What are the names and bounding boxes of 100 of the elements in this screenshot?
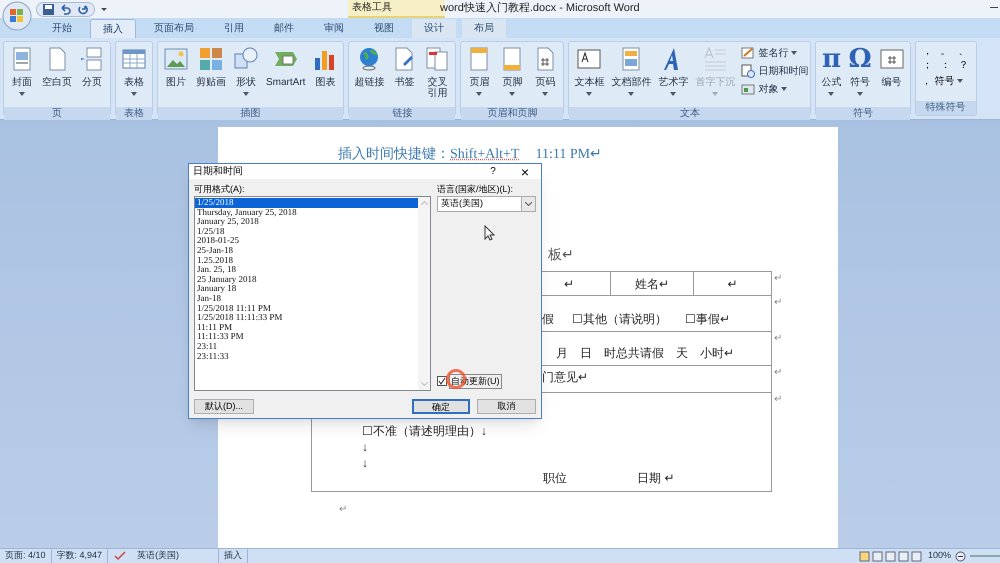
ribbon-tab[interactable]: 布局 bbox=[462, 19, 506, 38]
undo-icon[interactable] bbox=[60, 4, 71, 14]
word-count[interactable]: 字数: 4,947 bbox=[52, 549, 108, 563]
format-option[interactable]: 1/25/18 bbox=[195, 226, 418, 236]
proofing-icon[interactable] bbox=[114, 551, 126, 561]
ribbon-tab[interactable]: 开始 bbox=[40, 19, 84, 38]
page-count[interactable]: 页面: 4/10 bbox=[0, 549, 52, 563]
ribbon-button[interactable]: 书签 bbox=[388, 45, 420, 107]
ribbon-button[interactable]: SmartArt bbox=[263, 45, 308, 107]
format-option[interactable]: January 18 bbox=[195, 284, 418, 294]
ribbon-small-button[interactable]: 签名行 bbox=[741, 45, 808, 61]
dropdown-caret-icon bbox=[791, 51, 798, 55]
ribbon-tab[interactable]: 引用 bbox=[212, 19, 256, 38]
ribbon-button[interactable]: 编号 bbox=[876, 45, 908, 107]
table-text: 门意见↵ bbox=[542, 369, 588, 386]
ribbon-tab[interactable]: 设计 bbox=[412, 19, 456, 38]
symbol-button[interactable]: 、 bbox=[958, 45, 970, 59]
ribbon-button[interactable]: 超链接 bbox=[351, 45, 388, 107]
ribbon-tab[interactable]: 邮件 bbox=[262, 19, 306, 38]
ribbon-tab[interactable]: 视图 bbox=[362, 19, 406, 38]
ribbon-button[interactable]: 空白页 bbox=[39, 45, 75, 107]
help-button[interactable]: ? bbox=[483, 164, 503, 179]
ribbon-button[interactable]: 封面 bbox=[6, 45, 38, 107]
group-label: 文本 bbox=[569, 107, 810, 121]
format-option[interactable]: 23:11:33 bbox=[195, 352, 418, 362]
table-text: 时总共请假 bbox=[604, 345, 664, 362]
format-option[interactable]: 1/25/2018 11:11:33 PM bbox=[195, 313, 418, 323]
format-option[interactable]: 25-Jan-18 bbox=[195, 246, 418, 256]
dropdown-caret-icon bbox=[509, 92, 516, 96]
format-option[interactable]: Thursday, January 25, 2018 bbox=[195, 208, 418, 218]
minimize-icon[interactable] bbox=[990, 7, 998, 9]
ribbon-button[interactable]: Ω 符号 bbox=[845, 45, 875, 107]
group-label: 页 bbox=[4, 107, 110, 121]
language-dropdown[interactable]: 英语(美国) bbox=[437, 196, 536, 212]
form-title: 板↵ bbox=[548, 245, 574, 264]
insert-mode[interactable]: 插入 bbox=[218, 549, 248, 563]
format-option[interactable]: 11:11:33 PM bbox=[195, 332, 418, 342]
format-option[interactable]: Jan. 25, 18 bbox=[195, 265, 418, 275]
group-label: 特殊符号 bbox=[916, 101, 976, 115]
dialog-button[interactable]: 确定 bbox=[412, 399, 470, 414]
format-option[interactable]: 2018-01-25 bbox=[195, 236, 418, 246]
symbol-button[interactable]: 。 bbox=[940, 45, 952, 59]
dropdown-caret-icon bbox=[670, 92, 676, 96]
format-option[interactable]: 25 January 2018 bbox=[195, 274, 418, 284]
row-end-mark: ↵ bbox=[774, 296, 782, 310]
view-mode-icon[interactable] bbox=[858, 550, 870, 562]
format-option[interactable]: 11:11 PM bbox=[195, 322, 418, 332]
symbol-button[interactable]: ； bbox=[922, 59, 934, 73]
format-option[interactable]: 1.25.2018 bbox=[195, 256, 418, 266]
zoom-out-icon[interactable] bbox=[955, 550, 966, 562]
table-text: ☐不准（请述明理由）↓ bbox=[362, 423, 487, 439]
ribbon-tab[interactable]: 插入 bbox=[90, 19, 136, 38]
symbol-dropdown-button[interactable]: ， 符号 bbox=[922, 73, 970, 89]
dialog-button[interactable]: 默认(D)... bbox=[194, 399, 254, 414]
ribbon-button[interactable]: 表格 bbox=[118, 45, 150, 107]
language-status[interactable]: 英语(美国) bbox=[132, 549, 218, 563]
close-button[interactable]: × bbox=[513, 164, 537, 178]
dialog-title: 日期和时间 bbox=[193, 164, 244, 179]
view-mode-icon[interactable] bbox=[910, 550, 922, 562]
ribbon-button[interactable]: 艺术字 bbox=[655, 45, 692, 107]
customize-caret-icon[interactable] bbox=[101, 6, 107, 12]
ribbon-button[interactable]: 分页 bbox=[76, 45, 108, 107]
ribbon-tab[interactable]: 页面布局 bbox=[142, 19, 206, 38]
checkmark-icon bbox=[438, 377, 446, 386]
symbol-button[interactable]: ： bbox=[940, 59, 952, 73]
ribbon-button[interactable]: 页眉 bbox=[463, 45, 496, 107]
ribbon-tab[interactable]: 审阅 bbox=[312, 19, 356, 38]
ribbon-button[interactable]: 页码 bbox=[529, 45, 562, 107]
table-text: 职位 bbox=[543, 470, 567, 487]
redo-icon[interactable] bbox=[77, 4, 88, 14]
dropdown-caret-icon bbox=[542, 92, 548, 96]
ribbon-small-button[interactable]: 对象 bbox=[741, 81, 808, 97]
ribbon-small-button[interactable]: 日期和时间 bbox=[741, 63, 808, 79]
format-option[interactable]: 1/25/2018 bbox=[195, 198, 418, 208]
zoom-level[interactable]: 100% bbox=[928, 549, 951, 563]
paragraph-mark: ↵ bbox=[339, 503, 347, 517]
ribbon-button[interactable]: 形状 bbox=[230, 45, 262, 107]
table-text: ☐其他（请说明） bbox=[572, 311, 667, 328]
format-option[interactable]: Jan-18 bbox=[195, 294, 418, 304]
format-option[interactable]: 1/25/2018 11:11 PM bbox=[195, 304, 418, 314]
symbol-button[interactable]: ？ bbox=[958, 59, 970, 73]
ribbon-button[interactable]: 文档部件 bbox=[608, 45, 654, 107]
ribbon-button[interactable]: 文本框 bbox=[571, 45, 608, 107]
view-mode-icon[interactable] bbox=[884, 550, 896, 562]
auto-update-checkbox[interactable] bbox=[437, 376, 447, 386]
format-option[interactable]: January 25, 2018 bbox=[195, 217, 418, 227]
ribbon-button[interactable]: 交叉引用 bbox=[421, 45, 454, 107]
ribbon-button[interactable]: 剪贴画 bbox=[193, 45, 229, 107]
ribbon-button[interactable]: 图片 bbox=[160, 45, 192, 107]
format-option[interactable]: 23:11 bbox=[195, 342, 418, 352]
save-icon[interactable] bbox=[43, 4, 54, 14]
symbol-button[interactable]: ， bbox=[922, 45, 934, 59]
ribbon-button[interactable]: 页脚 bbox=[496, 45, 528, 107]
view-mode-icon[interactable] bbox=[898, 550, 909, 562]
ribbon-button[interactable]: π 公式 bbox=[818, 45, 844, 107]
row-end-mark: ↵ bbox=[774, 332, 782, 346]
view-mode-icon[interactable] bbox=[872, 550, 883, 562]
dropdown-caret-icon bbox=[828, 92, 834, 96]
dialog-button[interactable]: 取消 bbox=[477, 399, 536, 414]
ribbon-button[interactable]: 图表 bbox=[309, 45, 342, 107]
